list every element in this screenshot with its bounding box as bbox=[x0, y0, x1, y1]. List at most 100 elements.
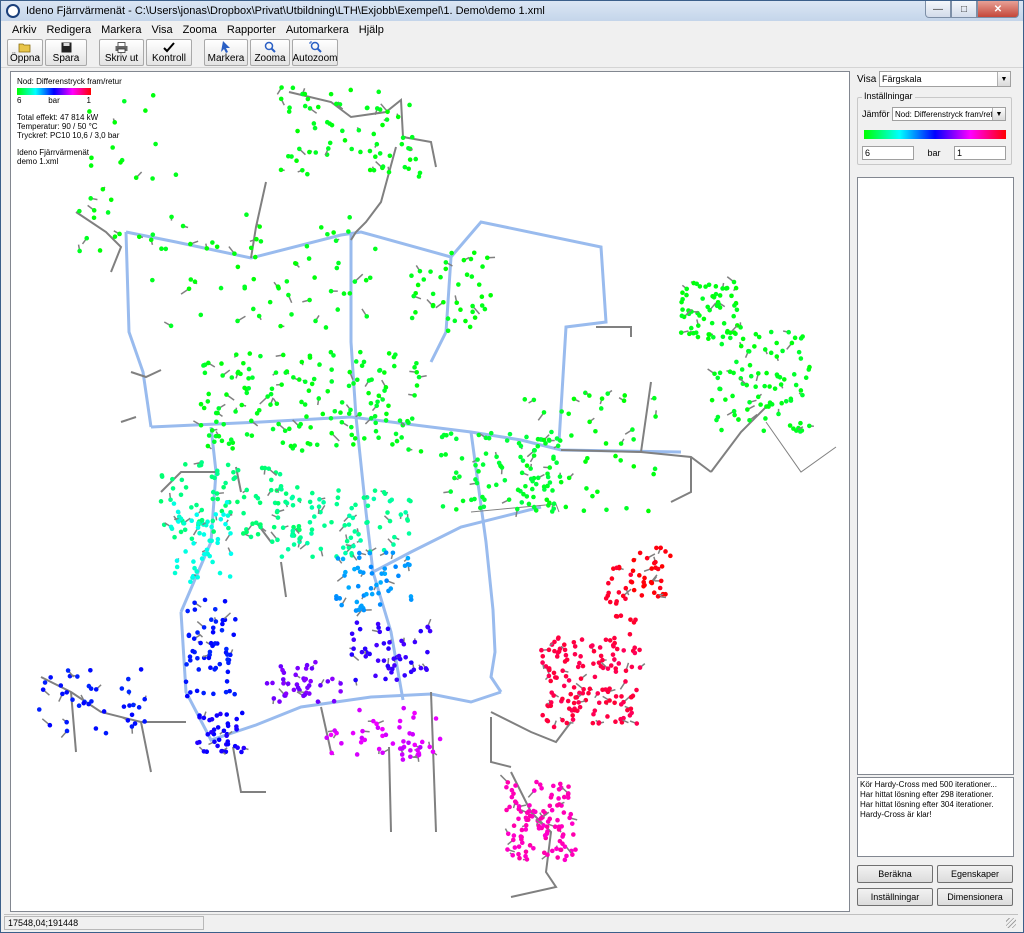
network-node[interactable] bbox=[651, 590, 657, 596]
network-node[interactable] bbox=[498, 463, 504, 469]
network-node[interactable] bbox=[526, 501, 532, 507]
network-node[interactable] bbox=[291, 542, 297, 547]
network-node[interactable] bbox=[545, 852, 550, 858]
network-node[interactable] bbox=[277, 471, 283, 477]
network-node[interactable] bbox=[75, 674, 80, 679]
network-node[interactable] bbox=[607, 698, 612, 703]
network-node[interactable] bbox=[407, 562, 412, 568]
network-node[interactable] bbox=[338, 410, 343, 415]
network-node[interactable] bbox=[657, 585, 663, 591]
network-node[interactable] bbox=[560, 841, 565, 847]
network-node[interactable] bbox=[605, 714, 610, 719]
network-node[interactable] bbox=[448, 431, 454, 436]
network-node[interactable] bbox=[603, 441, 609, 446]
network-node[interactable] bbox=[788, 398, 794, 403]
network-node[interactable] bbox=[286, 109, 292, 114]
network-node[interactable] bbox=[713, 284, 719, 289]
network-node[interactable] bbox=[305, 96, 311, 102]
network-node[interactable] bbox=[482, 497, 487, 502]
network-node[interactable] bbox=[401, 739, 406, 744]
network-node[interactable] bbox=[747, 399, 752, 405]
network-node[interactable] bbox=[581, 686, 586, 692]
network-node[interactable] bbox=[571, 639, 577, 645]
network-node[interactable] bbox=[349, 551, 354, 556]
network-node[interactable] bbox=[112, 234, 118, 239]
network-node[interactable] bbox=[205, 443, 211, 449]
network-node[interactable] bbox=[201, 363, 206, 368]
network-node[interactable] bbox=[248, 245, 254, 251]
network-node[interactable] bbox=[354, 599, 360, 605]
network-node[interactable] bbox=[424, 667, 429, 673]
network-node[interactable] bbox=[349, 505, 355, 511]
network-node[interactable] bbox=[509, 787, 515, 793]
network-node[interactable] bbox=[143, 108, 148, 113]
network-node[interactable] bbox=[194, 688, 200, 694]
network-node[interactable] bbox=[293, 672, 298, 678]
network-node[interactable] bbox=[216, 737, 222, 743]
network-node[interactable] bbox=[349, 146, 354, 152]
network-node[interactable] bbox=[555, 443, 561, 449]
network-node[interactable] bbox=[391, 656, 397, 661]
network-node[interactable] bbox=[257, 500, 263, 506]
network-node[interactable] bbox=[218, 285, 224, 291]
network-node[interactable] bbox=[212, 739, 217, 745]
network-node[interactable] bbox=[613, 694, 619, 699]
network-node[interactable] bbox=[413, 310, 418, 315]
network-node[interactable] bbox=[307, 106, 313, 111]
network-node[interactable] bbox=[476, 282, 482, 287]
network-node[interactable] bbox=[311, 121, 317, 126]
network-node[interactable] bbox=[385, 663, 391, 669]
network-node[interactable] bbox=[227, 574, 233, 579]
network-node[interactable] bbox=[226, 525, 231, 531]
network-node[interactable] bbox=[740, 336, 746, 342]
network-node[interactable] bbox=[212, 641, 218, 646]
network-node[interactable] bbox=[362, 436, 367, 441]
network-node[interactable] bbox=[752, 344, 757, 349]
network-node[interactable] bbox=[356, 531, 361, 537]
network-node[interactable] bbox=[333, 238, 339, 244]
network-node[interactable] bbox=[452, 475, 457, 481]
network-node[interactable] bbox=[793, 382, 799, 388]
network-node[interactable] bbox=[653, 414, 658, 419]
network-node[interactable] bbox=[313, 659, 318, 665]
network-node[interactable] bbox=[418, 628, 424, 634]
network-node[interactable] bbox=[339, 602, 344, 608]
network-node[interactable] bbox=[298, 421, 303, 427]
network-node[interactable] bbox=[201, 715, 207, 721]
network-node[interactable] bbox=[416, 374, 422, 380]
network-node[interactable] bbox=[206, 433, 212, 438]
network-node[interactable] bbox=[213, 619, 219, 624]
network-node[interactable] bbox=[629, 664, 635, 670]
network-node[interactable] bbox=[744, 382, 750, 388]
network-node[interactable] bbox=[304, 662, 310, 668]
network-node[interactable] bbox=[361, 495, 367, 500]
network-node[interactable] bbox=[219, 748, 224, 754]
network-node[interactable] bbox=[351, 646, 356, 652]
network-node[interactable] bbox=[220, 373, 225, 378]
pipe-network-map[interactable] bbox=[11, 72, 850, 912]
network-node[interactable] bbox=[562, 647, 568, 653]
network-node[interactable] bbox=[277, 699, 282, 704]
network-node[interactable] bbox=[121, 98, 127, 104]
network-node[interactable] bbox=[309, 527, 315, 532]
network-node[interactable] bbox=[631, 587, 637, 593]
network-node[interactable] bbox=[399, 638, 404, 644]
network-node[interactable] bbox=[779, 400, 784, 406]
network-node[interactable] bbox=[519, 827, 525, 833]
network-node[interactable] bbox=[351, 381, 356, 386]
network-node[interactable] bbox=[607, 638, 613, 643]
network-node[interactable] bbox=[648, 579, 654, 585]
network-node[interactable] bbox=[174, 558, 180, 564]
network-node[interactable] bbox=[97, 248, 103, 253]
network-node[interactable] bbox=[588, 644, 594, 649]
network-node[interactable] bbox=[353, 677, 358, 683]
network-node[interactable] bbox=[189, 536, 195, 542]
network-node[interactable] bbox=[403, 510, 408, 515]
network-node[interactable] bbox=[330, 676, 335, 682]
network-node[interactable] bbox=[235, 264, 241, 270]
network-node[interactable] bbox=[731, 313, 736, 319]
network-node[interactable] bbox=[697, 284, 703, 289]
network-node[interactable] bbox=[303, 676, 309, 682]
network-node[interactable] bbox=[70, 697, 75, 702]
network-node[interactable] bbox=[275, 537, 280, 543]
